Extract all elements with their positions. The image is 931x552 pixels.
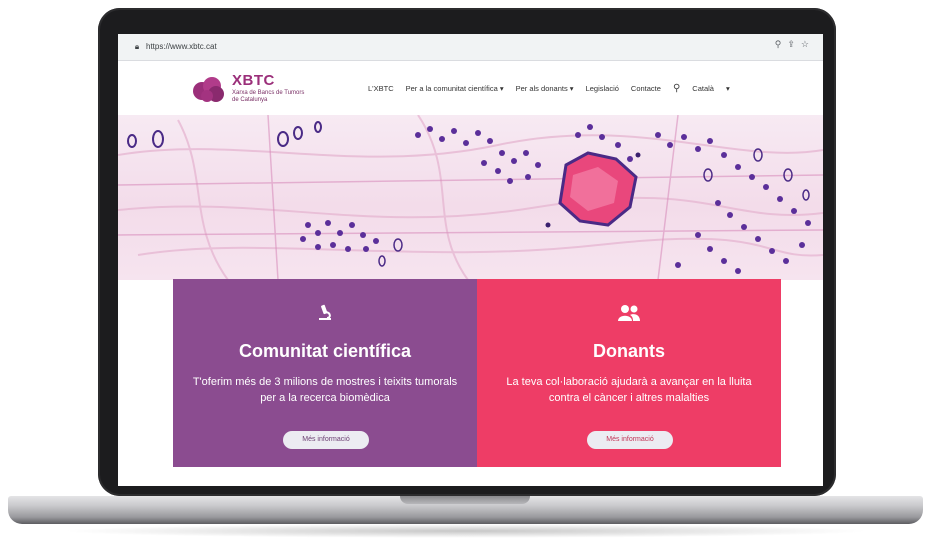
nav-item-scientific-community[interactable]: Per a la comunitat científica ▾ — [406, 84, 504, 93]
share-icon[interactable]: ⇪ — [787, 39, 801, 49]
logo[interactable]: XBTC Xarxa de Bancs de Tumors de Catalun… — [232, 73, 312, 104]
nav-item-legislation[interactable]: Legislació — [586, 84, 619, 93]
browser-toolbar: 🔒︎ https://www.xbtc.cat ⚲⇪☆ — [118, 34, 823, 61]
language-caret-icon[interactable]: ▾ — [726, 84, 730, 93]
hero-tissue-image — [118, 115, 823, 280]
feature-cards: Comunitat científica T'oferim més de 3 m… — [173, 279, 781, 467]
nav-item-contact[interactable]: Contacte — [631, 84, 661, 93]
laptop-notch — [400, 496, 530, 504]
address-url: https://www.xbtc.cat — [146, 42, 217, 51]
tissue-histology-image — [118, 115, 823, 280]
card-scientific-community: Comunitat científica T'oferim més de 3 m… — [173, 279, 477, 467]
address-bar[interactable]: 🔒︎ https://www.xbtc.cat — [126, 39, 776, 55]
logo-icon[interactable] — [192, 75, 228, 103]
card-description: La teva col·laboració ajudarà a avançar … — [506, 376, 752, 404]
language-selector[interactable]: Català — [692, 84, 714, 93]
browser-icons: ⚲⇪☆ — [775, 39, 815, 50]
zoom-icon[interactable]: ⚲ — [775, 39, 788, 49]
laptop-screen: 🔒︎ https://www.xbtc.cat ⚲⇪☆ XBTC Xarxa de… — [118, 34, 823, 486]
laptop-shadow — [60, 524, 871, 538]
nav-item-donors[interactable]: Per als donants ▾ — [516, 84, 574, 93]
card-title: Donants — [593, 341, 665, 361]
lock-icon: 🔒︎ — [134, 42, 140, 51]
card-description: T'oferim més de 3 milions de mostres i t… — [192, 376, 458, 404]
star-icon[interactable]: ☆ — [801, 39, 815, 49]
more-info-button[interactable]: Més informació — [283, 431, 369, 449]
laptop-base — [8, 496, 923, 524]
logo-subtitle: Xarxa de Bancs de Tumors de Catalunya — [232, 90, 305, 103]
microscope-icon — [173, 303, 477, 323]
more-info-button[interactable]: Més informació — [587, 431, 673, 449]
main-nav: L'XBTC Per a la comunitat científica ▾ P… — [368, 81, 742, 95]
logo-title: XBTC — [232, 72, 275, 89]
people-icon — [477, 303, 781, 323]
nav-item-xbtc[interactable]: L'XBTC — [368, 84, 394, 93]
card-donors: Donants La teva col·laboració ajudarà a … — [477, 279, 781, 467]
site-header: XBTC Xarxa de Bancs de Tumors de Catalun… — [118, 61, 823, 115]
card-title: Comunitat científica — [238, 341, 412, 361]
search-icon[interactable]: ⚲ — [673, 83, 680, 94]
